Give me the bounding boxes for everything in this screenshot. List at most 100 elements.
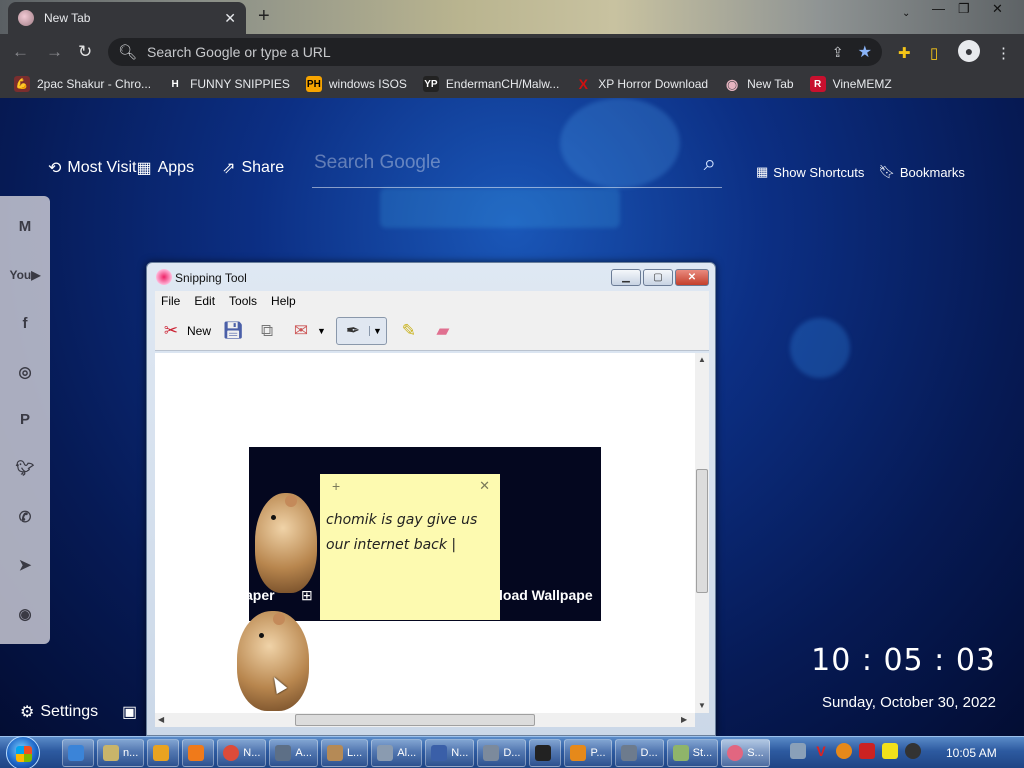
window-restore-button[interactable]: ❐ — [958, 1, 970, 17]
taskbar-app[interactable]: A... — [269, 739, 318, 767]
scroll-down-icon[interactable]: ▼ — [698, 701, 706, 710]
reddit-icon[interactable]: ◉ — [9, 598, 41, 630]
taskbar-sticky-notes[interactable]: St... — [666, 739, 719, 767]
app-icon — [275, 745, 292, 761]
snip-maximize-button[interactable]: ▢ — [643, 269, 673, 286]
tray-v-icon[interactable]: V — [813, 743, 829, 759]
side-panel-icon[interactable]: ▯ — [930, 44, 938, 62]
taskbar-cmd[interactable] — [529, 739, 562, 767]
save-button[interactable]: 💾︎ — [221, 317, 245, 345]
bookmark-item[interactable]: H FUNNY SNIPPIES — [167, 76, 289, 92]
eraser-button[interactable]: ▰ — [431, 317, 455, 345]
copy-button[interactable]: ⧉ — [255, 317, 279, 345]
tab-new-tab[interactable]: New Tab ✕ — [8, 2, 246, 34]
profile-avatar-icon[interactable]: ● — [958, 40, 980, 62]
pinterest-icon[interactable]: P — [9, 404, 41, 436]
taskbar-app[interactable]: P... — [564, 739, 612, 767]
youtube-icon[interactable]: You▶ — [9, 259, 41, 291]
menu-file[interactable]: File — [161, 294, 180, 308]
start-button[interactable] — [6, 736, 40, 768]
horizontal-scroll-thumb[interactable] — [295, 714, 535, 726]
settings-button[interactable]: ⚙ Settings — [20, 702, 98, 722]
bookmark-item[interactable]: ◉ New Tab — [724, 76, 794, 92]
telegram-icon[interactable]: ➤ — [9, 549, 41, 581]
scroll-left-icon[interactable]: ◀ — [158, 715, 164, 724]
taskbar-snipping-tool[interactable]: S... — [721, 739, 770, 767]
taskbar-clock[interactable]: 10:05 AM — [946, 746, 997, 760]
pen-tool-button[interactable]: ✒ ▼ — [335, 316, 387, 345]
window-minimize-button[interactable]: — — [932, 1, 945, 16]
tray-search-icon[interactable] — [836, 743, 852, 759]
horizontal-scrollbar[interactable]: ◀ ▶ — [155, 713, 695, 727]
taskbar-app[interactable]: n... — [97, 739, 145, 767]
back-arrow-icon[interactable]: ← — [12, 42, 29, 62]
tray-flag-icon[interactable] — [859, 743, 875, 759]
taskbar-app[interactable]: L... — [320, 739, 369, 767]
bookmark-item[interactable]: 💪 2pac Shakur - Chro... — [14, 76, 151, 92]
sticky-note[interactable]: + ✕ chomik is gay give us our internet b… — [320, 474, 500, 620]
send-dropdown-icon[interactable]: ▼ — [317, 326, 326, 336]
date-display: Sunday, October 30, 2022 — [821, 694, 996, 711]
menu-help[interactable]: Help — [271, 294, 296, 308]
scroll-right-icon[interactable]: ▶ — [681, 715, 687, 724]
sticky-add-icon[interactable]: + — [332, 478, 340, 494]
pen-dropdown-icon[interactable]: ▼ — [368, 325, 382, 336]
sticky-close-icon[interactable]: ✕ — [479, 478, 490, 494]
taskbar-chrome[interactable]: N... — [217, 739, 267, 767]
taskbar-app[interactable]: D... — [614, 739, 664, 767]
highlighter-button[interactable]: ✎ — [397, 317, 421, 345]
hamster-ear — [285, 495, 297, 507]
menu-kebab-icon[interactable]: ⋮ — [996, 44, 1011, 62]
snipping-tool-titlebar[interactable]: Snipping Tool ▁ ▢ ✕ — [147, 263, 715, 291]
snipping-tool-icon — [727, 745, 744, 761]
forward-arrow-icon[interactable]: → — [46, 42, 63, 62]
snip-canvas[interactable]: aper ⊞ load Wallpape + ✕ chomik is gay g… — [155, 353, 695, 713]
bookmarks-button[interactable]: 🔖︎ Bookmarks — [878, 164, 965, 180]
tab-search-chevron-icon[interactable]: ⌄ — [902, 8, 910, 19]
new-snip-button[interactable]: ✂ New — [159, 317, 211, 345]
address-bar[interactable]: 🔍︎ Search Google or type a URL ⇪ ★ — [108, 38, 882, 66]
taskbar-app[interactable]: N... — [425, 739, 475, 767]
bookmark-item[interactable]: YP EndermanCH/Malw... — [422, 76, 559, 92]
snip-close-button[interactable]: ✕ — [675, 269, 709, 286]
reload-icon[interactable]: ↻ — [78, 42, 92, 62]
share-button[interactable]: ⇗ Share — [222, 158, 284, 178]
bookmark-item[interactable]: R VineMEMZ — [809, 76, 892, 92]
wallpaper-icon[interactable]: ▣ — [122, 702, 137, 722]
taskbar-app[interactable]: D... — [477, 739, 527, 767]
tab-close-icon[interactable]: ✕ — [224, 10, 236, 27]
tray-volume-icon[interactable] — [905, 743, 921, 759]
taskbar-ie[interactable] — [62, 739, 94, 767]
tray-app-icon[interactable] — [790, 743, 806, 759]
bookmark-item[interactable]: X XP Horror Download — [575, 76, 709, 92]
extensions-puzzle-icon[interactable]: ✚ — [898, 44, 911, 62]
search-icon[interactable]: ⌕ — [704, 150, 716, 176]
snip-minimize-button[interactable]: ▁ — [611, 269, 641, 286]
menu-tools[interactable]: Tools — [229, 294, 257, 308]
sticky-note-text[interactable]: chomik is gay give us our internet back … — [326, 508, 498, 558]
most-visited-button[interactable]: ⟲ Most Visit — [48, 158, 136, 178]
whatsapp-icon[interactable]: ✆ — [9, 501, 41, 533]
menu-edit[interactable]: Edit — [194, 294, 215, 308]
bookmark-star-icon[interactable]: ★ — [858, 42, 872, 62]
google-search-bar[interactable]: Search Google ⌕ — [312, 146, 722, 188]
vertical-scrollbar[interactable]: ▲ ▼ — [695, 353, 709, 713]
twitter-icon[interactable]: 🐦︎ — [9, 452, 41, 484]
apps-button[interactable]: ▦ Apps — [136, 158, 194, 178]
gmail-icon[interactable]: M — [9, 210, 41, 242]
vertical-scroll-thumb[interactable] — [696, 469, 708, 593]
instagram-icon[interactable]: ◎ — [9, 356, 41, 388]
facebook-icon[interactable]: f — [9, 307, 41, 339]
new-tab-button[interactable]: + — [258, 5, 270, 28]
tray-battery-icon[interactable] — [882, 743, 898, 759]
taskbar-media[interactable] — [147, 739, 180, 767]
window-close-button[interactable]: ✕ — [992, 1, 1003, 17]
taskbar-app[interactable]: Al... — [371, 739, 423, 767]
pen-icon: ✒ — [345, 320, 361, 340]
share-page-icon[interactable]: ⇪ — [832, 44, 844, 61]
send-snip-button[interactable]: ✉ ▼ — [289, 317, 326, 345]
scroll-up-icon[interactable]: ▲ — [698, 355, 706, 364]
show-shortcuts-button[interactable]: ▦ Show Shortcuts — [756, 164, 864, 180]
bookmark-item[interactable]: PH windows ISOS — [305, 76, 407, 92]
taskbar-app[interactable] — [182, 739, 215, 767]
